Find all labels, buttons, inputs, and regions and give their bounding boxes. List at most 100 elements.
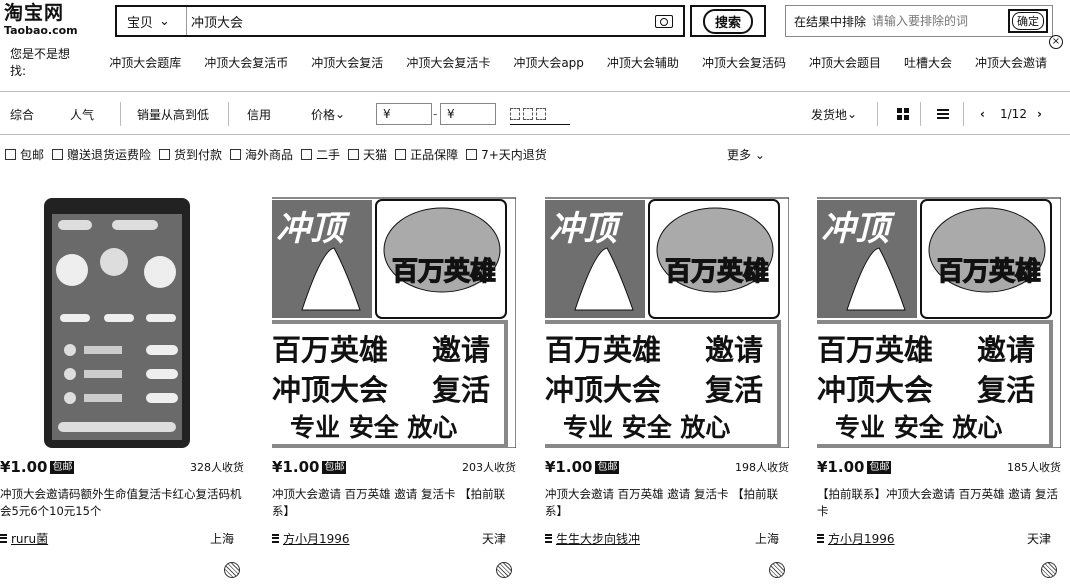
product-image-poster[interactable]: 冲顶 百万英雄 百万英雄 邀请 冲顶大会 复活 专业 安全 放心 [817,190,1061,448]
filter-label: 包邮 [20,147,45,162]
filter-label: 货到付款 [174,147,223,162]
sales-count: 328人收货 [190,461,244,474]
exclude-label: 在结果中排除 [794,14,867,29]
suggestion-link[interactable]: 冲顶大会题库 [109,54,181,71]
poster-badge-text: 百万英雄 [392,257,496,287]
shop-location: 上海 [754,531,779,546]
chevron-down-icon: ⌄ [335,107,346,121]
camera-icon[interactable] [655,14,673,28]
poster-line3: 专业 安全 放心 [835,413,1002,442]
suggestion-bar: 您是不是想找: 冲顶大会题库 冲顶大会复活币 冲顶大会复活 冲顶大会复活卡 冲顶… [10,47,1070,78]
suggestion-link[interactable]: 冲顶大会复活 [311,54,383,71]
sort-default[interactable]: 综合 [10,96,34,132]
shop-row: ruru菌 上海 [0,530,244,546]
exclude-ok-button[interactable]: 确定 [1008,9,1048,33]
poster-logo-text: 冲顶 [276,209,351,249]
filter-checkbox[interactable]: 货到付款 [159,146,222,163]
shop-name[interactable]: ruru菌 [11,530,48,547]
price-to-input[interactable]: ¥ [440,103,496,125]
price-row: ¥1.00 包邮 185人收货 [817,458,1061,476]
product-image-poster[interactable]: 冲顶 百万英雄 百万英雄 邀请 冲顶大会 复活 专业 安全 放心 [545,190,789,448]
divider [0,91,1070,92]
filter-label: 7+天内退货 [481,147,547,162]
price-distribution-bars[interactable] [510,103,570,125]
exclude-box: 在结果中排除 确定 [785,5,1053,37]
taobao-logo[interactable]: 淘宝网 Taobao.com [4,3,94,38]
product-image-phone[interactable] [0,190,244,448]
shop-name[interactable]: 方小月1996 [283,530,350,547]
divider [120,102,121,126]
product-title[interactable]: 冲顶大会邀请码额外生命值复活卡红心复活码机会5元6个10元15个 [0,486,244,520]
next-page-icon[interactable]: › [1037,96,1042,132]
shop-icon [817,533,824,543]
suggestion-link[interactable]: 冲顶大会复活码 [702,54,786,71]
suggestion-link[interactable]: 冲顶大会辅助 [607,54,679,71]
ship-from-label: 发货地 [811,107,848,122]
poster-line2-left: 冲顶大会 [545,373,661,407]
suggestion-link[interactable]: 冲顶大会复活卡 [406,54,490,71]
free-shipping-badge: 包邮 [322,460,347,474]
poster-line1-right: 邀请 [432,333,490,367]
suggestion-link[interactable]: 冲顶大会题目 [809,54,881,71]
shop-name[interactable]: 生生大步向钱冲 [556,530,640,547]
sales-count: 185人收货 [1007,461,1061,474]
prev-page-icon[interactable]: ‹ [980,96,985,132]
sort-popularity[interactable]: 人气 [70,96,94,132]
suggestion-link[interactable]: 冲顶大会app [513,54,584,71]
suggestion-link[interactable]: 吐槽大会 [904,54,952,71]
product-title[interactable]: 冲顶大会邀请 百万英雄 邀请 复活卡 【拍前联系】 [545,486,789,520]
filter-checkbox[interactable]: 赠送退货运费险 [52,146,151,163]
filter-checkbox[interactable]: 正品保障 [395,146,458,163]
poster-logo-text: 冲顶 [549,209,624,249]
wangwang-chat-icon[interactable] [769,562,785,578]
wangwang-chat-icon[interactable] [1041,562,1057,578]
product-price: ¥1.00 [545,458,593,476]
divider [963,102,964,126]
product-card[interactable]: 冲顶 百万英雄 百万英雄 邀请 冲顶大会 复活 专业 安全 放心 ¥1.00 包… [545,190,789,585]
filter-checkbox[interactable]: 包邮 [5,146,44,163]
wangwang-chat-icon[interactable] [224,562,240,578]
product-image-poster[interactable]: 冲顶 百万英雄 百万英雄 邀请 冲顶大会 复活 专业 安全 放心 [272,190,516,448]
poster-line2-right: 复活 [705,373,763,407]
product-title[interactable]: 【拍前联系】冲顶大会邀请 百万英雄 邀请 复活卡 [817,486,1061,520]
close-icon[interactable]: × [1049,35,1063,49]
product-card[interactable]: 冲顶 百万英雄 百万英雄 邀请 冲顶大会 复活 专业 安全 放心 ¥1.00 包… [272,190,516,585]
search-button[interactable]: 搜索 [690,5,766,37]
filter-label: 正品保障 [410,147,459,162]
list-view-icon[interactable] [937,96,949,132]
product-card[interactable]: 冲顶 百万英雄 百万英雄 邀请 冲顶大会 复活 专业 安全 放心 ¥1.00 包… [817,190,1061,585]
sort-price[interactable]: 价格 ⌄ [311,96,345,132]
suggestion-link[interactable]: 冲顶大会复活币 [204,54,288,71]
suggestion-link[interactable]: 冲顶大会邀请 [975,54,1047,71]
poster-line3: 专业 安全 放心 [290,413,457,442]
wangwang-chat-icon[interactable] [496,562,512,578]
search-type-dropdown[interactable]: 宝贝 ⌄ [117,7,187,35]
checkbox-icon [230,148,242,160]
checkbox-icon [5,148,16,160]
product-price: ¥1.00 [272,458,320,476]
shop-location: 上海 [209,531,234,546]
filter-label: 二手 [316,147,341,162]
ship-from-dropdown[interactable]: 发货地 ⌄ [811,96,857,132]
filter-checkbox[interactable]: 天猫 [348,146,387,163]
product-price: ¥1.00 [817,458,865,476]
filter-checkbox[interactable]: 7+天内退货 [466,146,547,163]
product-title[interactable]: 冲顶大会邀请 百万英雄 邀请 复活卡 【拍前联系】 [272,486,516,520]
search-input[interactable] [187,7,655,35]
grid-view-icon[interactable] [897,96,909,132]
sort-sales[interactable]: 销量从高到低 [137,96,209,132]
filter-label: 海外商品 [245,147,294,162]
exclude-input[interactable] [872,14,1003,28]
more-filters-button[interactable]: 更多 ⌄ [727,146,765,163]
shop-location: 天津 [481,531,506,546]
poster-line1-right: 邀请 [705,333,763,367]
free-shipping-badge: 包邮 [867,460,892,474]
filter-checkbox[interactable]: 海外商品 [230,146,293,163]
product-card[interactable]: ¥1.00 包邮 328人收货 冲顶大会邀请码额外生命值复活卡红心复活码机会5元… [0,190,244,585]
filter-checkbox[interactable]: 二手 [301,146,340,163]
chevron-down-icon: ⌄ [159,13,170,29]
shop-name[interactable]: 方小月1996 [828,530,895,547]
sort-credit[interactable]: 信用 [247,96,271,132]
price-from-input[interactable]: ¥ [376,103,432,125]
checkbox-icon [159,148,171,160]
